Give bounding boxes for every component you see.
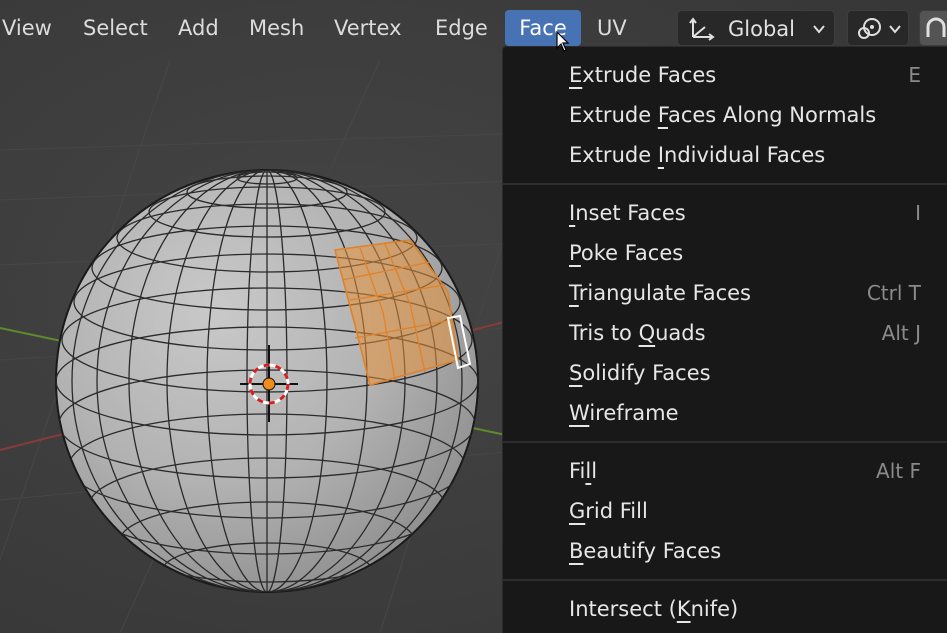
face-menu-item[interactable]: Fill Alt F xyxy=(503,451,947,491)
face-menu-item[interactable]: Extrude Faces Along Normals xyxy=(503,95,947,135)
face-menu-item[interactable]: Inset Faces I xyxy=(503,193,947,233)
menu-item-shortcut: Alt F xyxy=(876,459,921,483)
menu-item-label: Solidify Faces xyxy=(569,361,711,385)
chevron-down-icon xyxy=(812,21,826,40)
chevron-down-icon xyxy=(888,21,902,40)
menu-item-label: Wireframe xyxy=(569,401,679,425)
face-menu-item[interactable]: Solidify Faces xyxy=(503,353,947,393)
menu-item-label: Tris to Quads xyxy=(569,321,706,345)
menu-item-label: Fill xyxy=(569,459,598,483)
menu-uv[interactable]: UV xyxy=(587,10,637,46)
menu-item-label: Grid Fill xyxy=(569,499,648,523)
menu-separator xyxy=(503,183,947,185)
menu-item-label: Intersect (Knife) xyxy=(569,597,739,621)
face-menu-item[interactable]: Grid Fill xyxy=(503,491,947,531)
menu-separator xyxy=(503,441,947,443)
menu-item-shortcut: E xyxy=(908,63,921,87)
menu-item-label: Extrude Faces Along Normals xyxy=(569,103,877,127)
pivot-point-dropdown[interactable] xyxy=(847,10,909,46)
menu-item-label: Extrude Faces xyxy=(569,63,717,87)
face-menu-item[interactable]: Intersect (Knife) xyxy=(503,589,947,629)
menu-item-shortcut: I xyxy=(915,201,921,225)
menu-item-label: Beautify Faces xyxy=(569,539,722,563)
face-menu-item[interactable]: Beautify Faces xyxy=(503,531,947,571)
menu-add[interactable]: Add xyxy=(168,10,229,46)
face-menu-item[interactable]: Poke Faces xyxy=(503,233,947,273)
transform-orientation-icon xyxy=(688,17,716,45)
menu-view[interactable]: View xyxy=(0,10,62,46)
orientation-label: Global xyxy=(728,17,795,41)
menu-item-shortcut: Alt J xyxy=(881,321,921,345)
transform-orientation-dropdown[interactable]: Global xyxy=(677,10,835,46)
snap-toggle-button[interactable] xyxy=(919,10,947,46)
face-menu-item[interactable]: Wireframe xyxy=(503,393,947,433)
menu-vertex[interactable]: Vertex xyxy=(324,10,412,46)
mouse-cursor-icon xyxy=(556,30,570,57)
face-menu-item[interactable]: Extrude Individual Faces xyxy=(503,135,947,175)
pivot-point-icon xyxy=(856,17,886,45)
face-menu-item[interactable]: Tris to Quads Alt J xyxy=(503,313,947,353)
menu-item-label: Extrude Individual Faces xyxy=(569,143,826,167)
snap-magnet-icon xyxy=(924,17,947,45)
menu-select[interactable]: Select xyxy=(73,10,158,46)
menu-item-label: Poke Faces xyxy=(569,241,684,265)
menu-separator xyxy=(503,579,947,581)
menu-item-shortcut: Ctrl T xyxy=(866,281,921,305)
menu-item-label: Inset Faces xyxy=(569,201,686,225)
face-menu-item[interactable]: Triangulate Faces Ctrl T xyxy=(503,273,947,313)
menu-item-label: Triangulate Faces xyxy=(569,281,751,305)
face-menu-item[interactable]: Extrude Faces E xyxy=(503,55,947,95)
menu-mesh[interactable]: Mesh xyxy=(239,10,314,46)
menu-edge[interactable]: Edge xyxy=(425,10,498,46)
face-menu-dropdown: Extrude Faces E Extrude Faces Along Normal… xyxy=(502,46,947,633)
